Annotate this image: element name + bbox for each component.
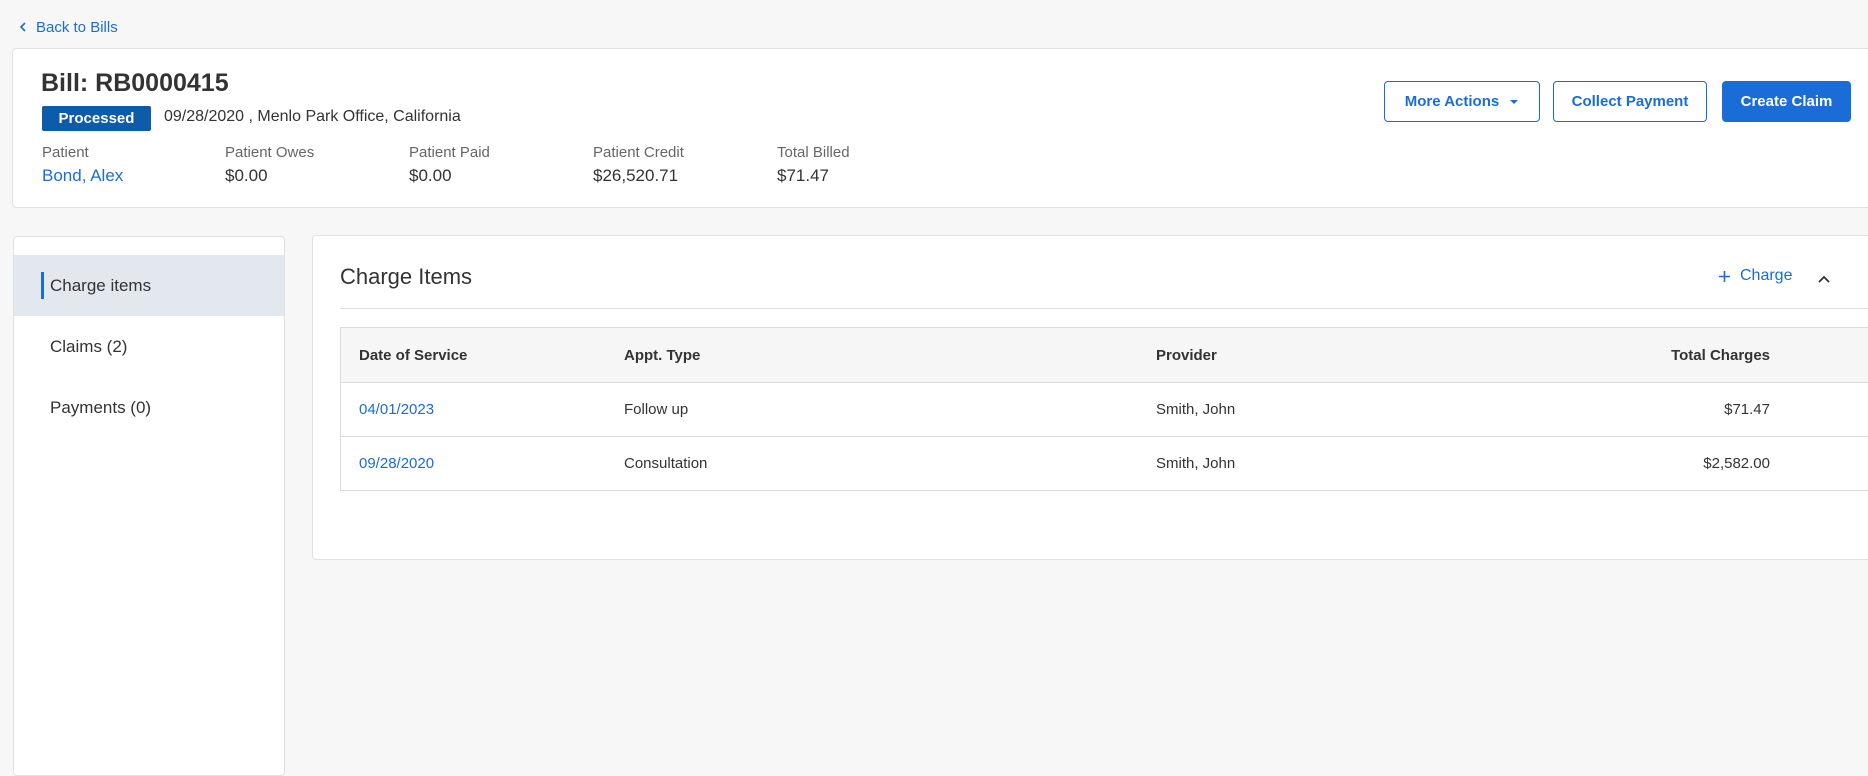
section-title: Charge Items — [340, 264, 473, 289]
sidebar-item-charge-items[interactable]: Charge items — [14, 255, 284, 316]
sidebar-item-label: Charge items — [50, 275, 152, 295]
summary-patient-credit: Patient Credit $26,520.71 — [593, 144, 773, 186]
create-claim-label: Create Claim — [1740, 93, 1833, 110]
back-to-bills-label: Back to Bills — [36, 18, 118, 36]
total-charges-cell: $71.47 — [1724, 401, 1770, 418]
sidebar-item-label: Claims (2) — [50, 336, 128, 356]
column-header-appt-type: Appt. Type — [624, 346, 701, 364]
sidebar-item-label: Payments (0) — [50, 397, 152, 417]
column-header-provider: Provider — [1156, 346, 1217, 364]
date-of-service-link[interactable]: 09/28/2020 — [359, 437, 434, 490]
summary-value: $71.47 — [777, 166, 829, 185]
sidebar-item-claims[interactable]: Claims (2) — [14, 316, 284, 377]
collapse-section-button[interactable] — [1814, 269, 1834, 289]
create-claim-button[interactable]: Create Claim — [1722, 81, 1851, 122]
divider — [340, 308, 1868, 309]
add-charge-button[interactable]: Charge — [1718, 267, 1792, 285]
plus-icon — [1719, 270, 1730, 282]
charge-items-panel: Charge Items Charge Date of Service Appt… — [312, 235, 1868, 560]
table-row: 04/01/2023 Follow up Smith, John $71.47 — [341, 382, 1868, 436]
summary-total-billed: Total Billed $71.47 — [777, 144, 957, 186]
summary-label: Patient Credit — [593, 144, 684, 161]
add-charge-label: Charge — [1740, 267, 1793, 284]
provider-cell: Smith, John — [1156, 455, 1236, 472]
date-of-service-link[interactable]: 04/01/2023 — [359, 383, 434, 436]
bill-header-card: Bill: RB0000415 Processed 09/28/2020 , M… — [12, 48, 1868, 208]
bill-sidebar-nav: Charge items Claims (2) Payments (0) — [13, 236, 285, 776]
chevron-up-icon — [1818, 275, 1830, 283]
collect-payment-label: Collect Payment — [1571, 93, 1689, 110]
appt-type-cell: Consultation — [624, 455, 708, 472]
summary-value: $26,520.71 — [593, 166, 679, 185]
back-to-bills-link[interactable]: Back to Bills — [18, 16, 118, 38]
charge-items-table: Date of Service Appt. Type Provider Tota… — [340, 327, 1868, 491]
more-actions-button[interactable]: More Actions — [1384, 81, 1540, 122]
table-header-row: Date of Service Appt. Type Provider Tota… — [341, 328, 1868, 382]
collect-payment-button[interactable]: Collect Payment — [1553, 81, 1707, 122]
summary-label: Total Billed — [777, 144, 850, 161]
appt-type-cell: Follow up — [624, 401, 689, 418]
provider-cell: Smith, John — [1156, 401, 1236, 418]
bill-title: Bill: RB0000415 — [41, 69, 229, 97]
more-actions-label: More Actions — [1404, 93, 1500, 110]
sidebar-item-payments[interactable]: Payments (0) — [14, 377, 284, 438]
summary-value: $0.00 — [225, 166, 268, 185]
patient-name-link[interactable]: Bond, Alex — [42, 166, 222, 186]
status-badge: Processed — [42, 106, 151, 131]
summary-label: Patient Owes — [225, 144, 315, 161]
summary-patient-owes: Patient Owes $0.00 — [225, 144, 405, 186]
column-header-total: Total Charges — [1671, 346, 1770, 364]
bill-date-location: 09/28/2020 , Menlo Park Office, Californ… — [164, 108, 461, 125]
summary-patient-paid: Patient Paid $0.00 — [409, 144, 589, 186]
summary-patient: Patient Bond, Alex — [42, 144, 222, 186]
total-charges-cell: $2,582.00 — [1703, 455, 1770, 472]
summary-label: Patient — [42, 144, 89, 161]
column-header-date: Date of Service — [359, 346, 468, 364]
summary-value: $0.00 — [409, 166, 452, 185]
chevron-left-icon — [19, 22, 26, 32]
caret-down-icon — [1510, 99, 1519, 104]
summary-label: Patient Paid — [409, 144, 490, 161]
table-row: 09/28/2020 Consultation Smith, John $2,5… — [341, 436, 1868, 490]
